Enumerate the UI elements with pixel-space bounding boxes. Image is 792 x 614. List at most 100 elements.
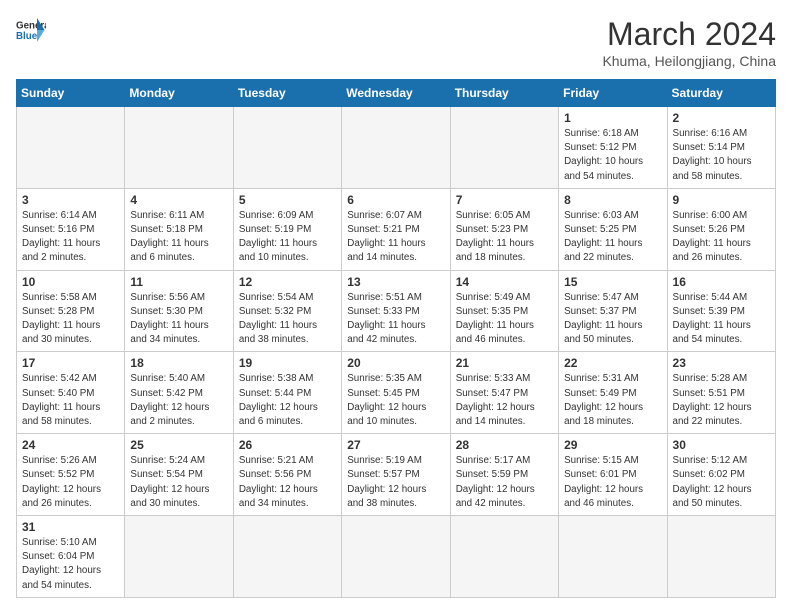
- day-info: Sunrise: 5:28 AM Sunset: 5:51 PM Dayligh…: [673, 372, 770, 429]
- day-number: 19: [239, 356, 336, 370]
- weekday-header-friday: Friday: [559, 80, 667, 107]
- day-number: 27: [347, 438, 444, 452]
- svg-text:Blue: Blue: [16, 31, 38, 42]
- calendar-cell: 14Sunrise: 5:49 AM Sunset: 5:35 PM Dayli…: [450, 270, 558, 352]
- month-title: March 2024: [602, 16, 776, 53]
- day-info: Sunrise: 6:14 AM Sunset: 5:16 PM Dayligh…: [22, 209, 119, 266]
- day-info: Sunrise: 5:31 AM Sunset: 5:49 PM Dayligh…: [564, 372, 661, 429]
- weekday-header-row: SundayMondayTuesdayWednesdayThursdayFrid…: [17, 80, 776, 107]
- title-area: March 2024 Khuma, Heilongjiang, China: [602, 16, 776, 69]
- calendar-cell: [125, 516, 233, 598]
- calendar-cell: 1 Sunrise: 6:18 AM Sunset: 5:12 PM Daylig…: [559, 107, 667, 189]
- weekday-header-tuesday: Tuesday: [233, 80, 341, 107]
- day-number: 17: [22, 356, 119, 370]
- calendar-week-row: 17Sunrise: 5:42 AM Sunset: 5:40 PM Dayli…: [17, 352, 776, 434]
- logo-svg: General Blue: [16, 16, 46, 44]
- calendar-cell: 10Sunrise: 5:58 AM Sunset: 5:28 PM Dayli…: [17, 270, 125, 352]
- day-info: Sunrise: 5:56 AM Sunset: 5:30 PM Dayligh…: [130, 291, 227, 348]
- calendar-cell: 12Sunrise: 5:54 AM Sunset: 5:32 PM Dayli…: [233, 270, 341, 352]
- day-number: 20: [347, 356, 444, 370]
- day-number: 3: [22, 193, 119, 207]
- day-info: Sunrise: 5:24 AM Sunset: 5:54 PM Dayligh…: [130, 454, 227, 511]
- calendar-cell: 11 Sunrise: 5:56 AM Sunset: 5:30 PM Dayli…: [125, 270, 233, 352]
- calendar-cell: 22Sunrise: 5:31 AM Sunset: 5:49 PM Dayli…: [559, 352, 667, 434]
- day-info: Sunrise: 6:18 AM Sunset: 5:12 PM Dayligh…: [564, 127, 661, 184]
- day-info: Sunrise: 5:35 AM Sunset: 5:45 PM Dayligh…: [347, 372, 444, 429]
- day-info: Sunrise: 5:12 AM Sunset: 6:02 PM Dayligh…: [673, 454, 770, 511]
- day-number: 14: [456, 275, 553, 289]
- calendar-table: SundayMondayTuesdayWednesdayThursdayFrid…: [16, 79, 776, 598]
- day-number: 24: [22, 438, 119, 452]
- calendar-cell: 26Sunrise: 5:21 AM Sunset: 5:56 PM Dayli…: [233, 434, 341, 516]
- day-number: 15: [564, 275, 661, 289]
- day-number: 25: [130, 438, 227, 452]
- calendar-cell: 31 Sunrise: 5:10 AM Sunset: 6:04 PM Dayli…: [17, 516, 125, 598]
- calendar-cell: 5 Sunrise: 6:09 AM Sunset: 5:19 PM Daylig…: [233, 188, 341, 270]
- calendar-cell: [233, 516, 341, 598]
- calendar-cell: [342, 516, 450, 598]
- calendar-cell: 21 Sunrise: 5:33 AM Sunset: 5:47 PM Dayli…: [450, 352, 558, 434]
- day-number: 10: [22, 275, 119, 289]
- day-number: 11: [130, 275, 227, 289]
- calendar-cell: 20 Sunrise: 5:35 AM Sunset: 5:45 PM Dayli…: [342, 352, 450, 434]
- calendar-cell: 25 Sunrise: 5:24 AM Sunset: 5:54 PM Dayli…: [125, 434, 233, 516]
- day-number: 1: [564, 111, 661, 125]
- day-info: Sunrise: 6:00 AM Sunset: 5:26 PM Dayligh…: [673, 209, 770, 266]
- day-number: 2: [673, 111, 770, 125]
- day-number: 30: [673, 438, 770, 452]
- location-subtitle: Khuma, Heilongjiang, China: [602, 53, 776, 69]
- day-info: Sunrise: 5:19 AM Sunset: 5:57 PM Dayligh…: [347, 454, 444, 511]
- calendar-cell: 9 Sunrise: 6:00 AM Sunset: 5:26 PM Daylig…: [667, 188, 775, 270]
- weekday-header-wednesday: Wednesday: [342, 80, 450, 107]
- day-number: 5: [239, 193, 336, 207]
- calendar-cell: 17Sunrise: 5:42 AM Sunset: 5:40 PM Dayli…: [17, 352, 125, 434]
- calendar-cell: 19 Sunrise: 5:38 AM Sunset: 5:44 PM Dayli…: [233, 352, 341, 434]
- calendar-cell: [450, 107, 558, 189]
- calendar-cell: 27 Sunrise: 5:19 AM Sunset: 5:57 PM Dayli…: [342, 434, 450, 516]
- day-info: Sunrise: 5:17 AM Sunset: 5:59 PM Dayligh…: [456, 454, 553, 511]
- day-number: 7: [456, 193, 553, 207]
- weekday-header-sunday: Sunday: [17, 80, 125, 107]
- day-info: Sunrise: 5:54 AM Sunset: 5:32 PM Dayligh…: [239, 291, 336, 348]
- calendar-cell: [342, 107, 450, 189]
- day-info: Sunrise: 5:38 AM Sunset: 5:44 PM Dayligh…: [239, 372, 336, 429]
- day-info: Sunrise: 5:33 AM Sunset: 5:47 PM Dayligh…: [456, 372, 553, 429]
- day-info: Sunrise: 5:44 AM Sunset: 5:39 PM Dayligh…: [673, 291, 770, 348]
- day-info: Sunrise: 5:26 AM Sunset: 5:52 PM Dayligh…: [22, 454, 119, 511]
- calendar-cell: [559, 516, 667, 598]
- day-number: 21: [456, 356, 553, 370]
- calendar-cell: [125, 107, 233, 189]
- day-info: Sunrise: 5:51 AM Sunset: 5:33 PM Dayligh…: [347, 291, 444, 348]
- calendar-cell: 8Sunrise: 6:03 AM Sunset: 5:25 PM Daylig…: [559, 188, 667, 270]
- calendar-week-row: 10Sunrise: 5:58 AM Sunset: 5:28 PM Dayli…: [17, 270, 776, 352]
- calendar-cell: 15Sunrise: 5:47 AM Sunset: 5:37 PM Dayli…: [559, 270, 667, 352]
- calendar-cell: [667, 516, 775, 598]
- day-number: 6: [347, 193, 444, 207]
- calendar-cell: [233, 107, 341, 189]
- header: General Blue March 2024 Khuma, Heilongji…: [16, 16, 776, 69]
- calendar-week-row: 24 Sunrise: 5:26 AM Sunset: 5:52 PM Dayli…: [17, 434, 776, 516]
- weekday-header-saturday: Saturday: [667, 80, 775, 107]
- day-number: 26: [239, 438, 336, 452]
- calendar-cell: 18Sunrise: 5:40 AM Sunset: 5:42 PM Dayli…: [125, 352, 233, 434]
- calendar-cell: 13 Sunrise: 5:51 AM Sunset: 5:33 PM Dayli…: [342, 270, 450, 352]
- calendar-cell: 6 Sunrise: 6:07 AM Sunset: 5:21 PM Daylig…: [342, 188, 450, 270]
- day-number: 29: [564, 438, 661, 452]
- day-info: Sunrise: 6:07 AM Sunset: 5:21 PM Dayligh…: [347, 209, 444, 266]
- calendar-cell: 30 Sunrise: 5:12 AM Sunset: 6:02 PM Dayli…: [667, 434, 775, 516]
- day-info: Sunrise: 5:10 AM Sunset: 6:04 PM Dayligh…: [22, 536, 119, 593]
- day-info: Sunrise: 6:09 AM Sunset: 5:19 PM Dayligh…: [239, 209, 336, 266]
- day-number: 16: [673, 275, 770, 289]
- logo: General Blue: [16, 16, 46, 44]
- calendar-cell: 2Sunrise: 6:16 AM Sunset: 5:14 PM Daylig…: [667, 107, 775, 189]
- calendar-week-row: 31 Sunrise: 5:10 AM Sunset: 6:04 PM Dayli…: [17, 516, 776, 598]
- day-number: 9: [673, 193, 770, 207]
- calendar-cell: 23Sunrise: 5:28 AM Sunset: 5:51 PM Dayli…: [667, 352, 775, 434]
- day-info: Sunrise: 5:15 AM Sunset: 6:01 PM Dayligh…: [564, 454, 661, 511]
- day-number: 13: [347, 275, 444, 289]
- day-number: 31: [22, 520, 119, 534]
- calendar-cell: 29 Sunrise: 5:15 AM Sunset: 6:01 PM Dayli…: [559, 434, 667, 516]
- weekday-header-thursday: Thursday: [450, 80, 558, 107]
- day-number: 8: [564, 193, 661, 207]
- calendar-cell: 7Sunrise: 6:05 AM Sunset: 5:23 PM Daylig…: [450, 188, 558, 270]
